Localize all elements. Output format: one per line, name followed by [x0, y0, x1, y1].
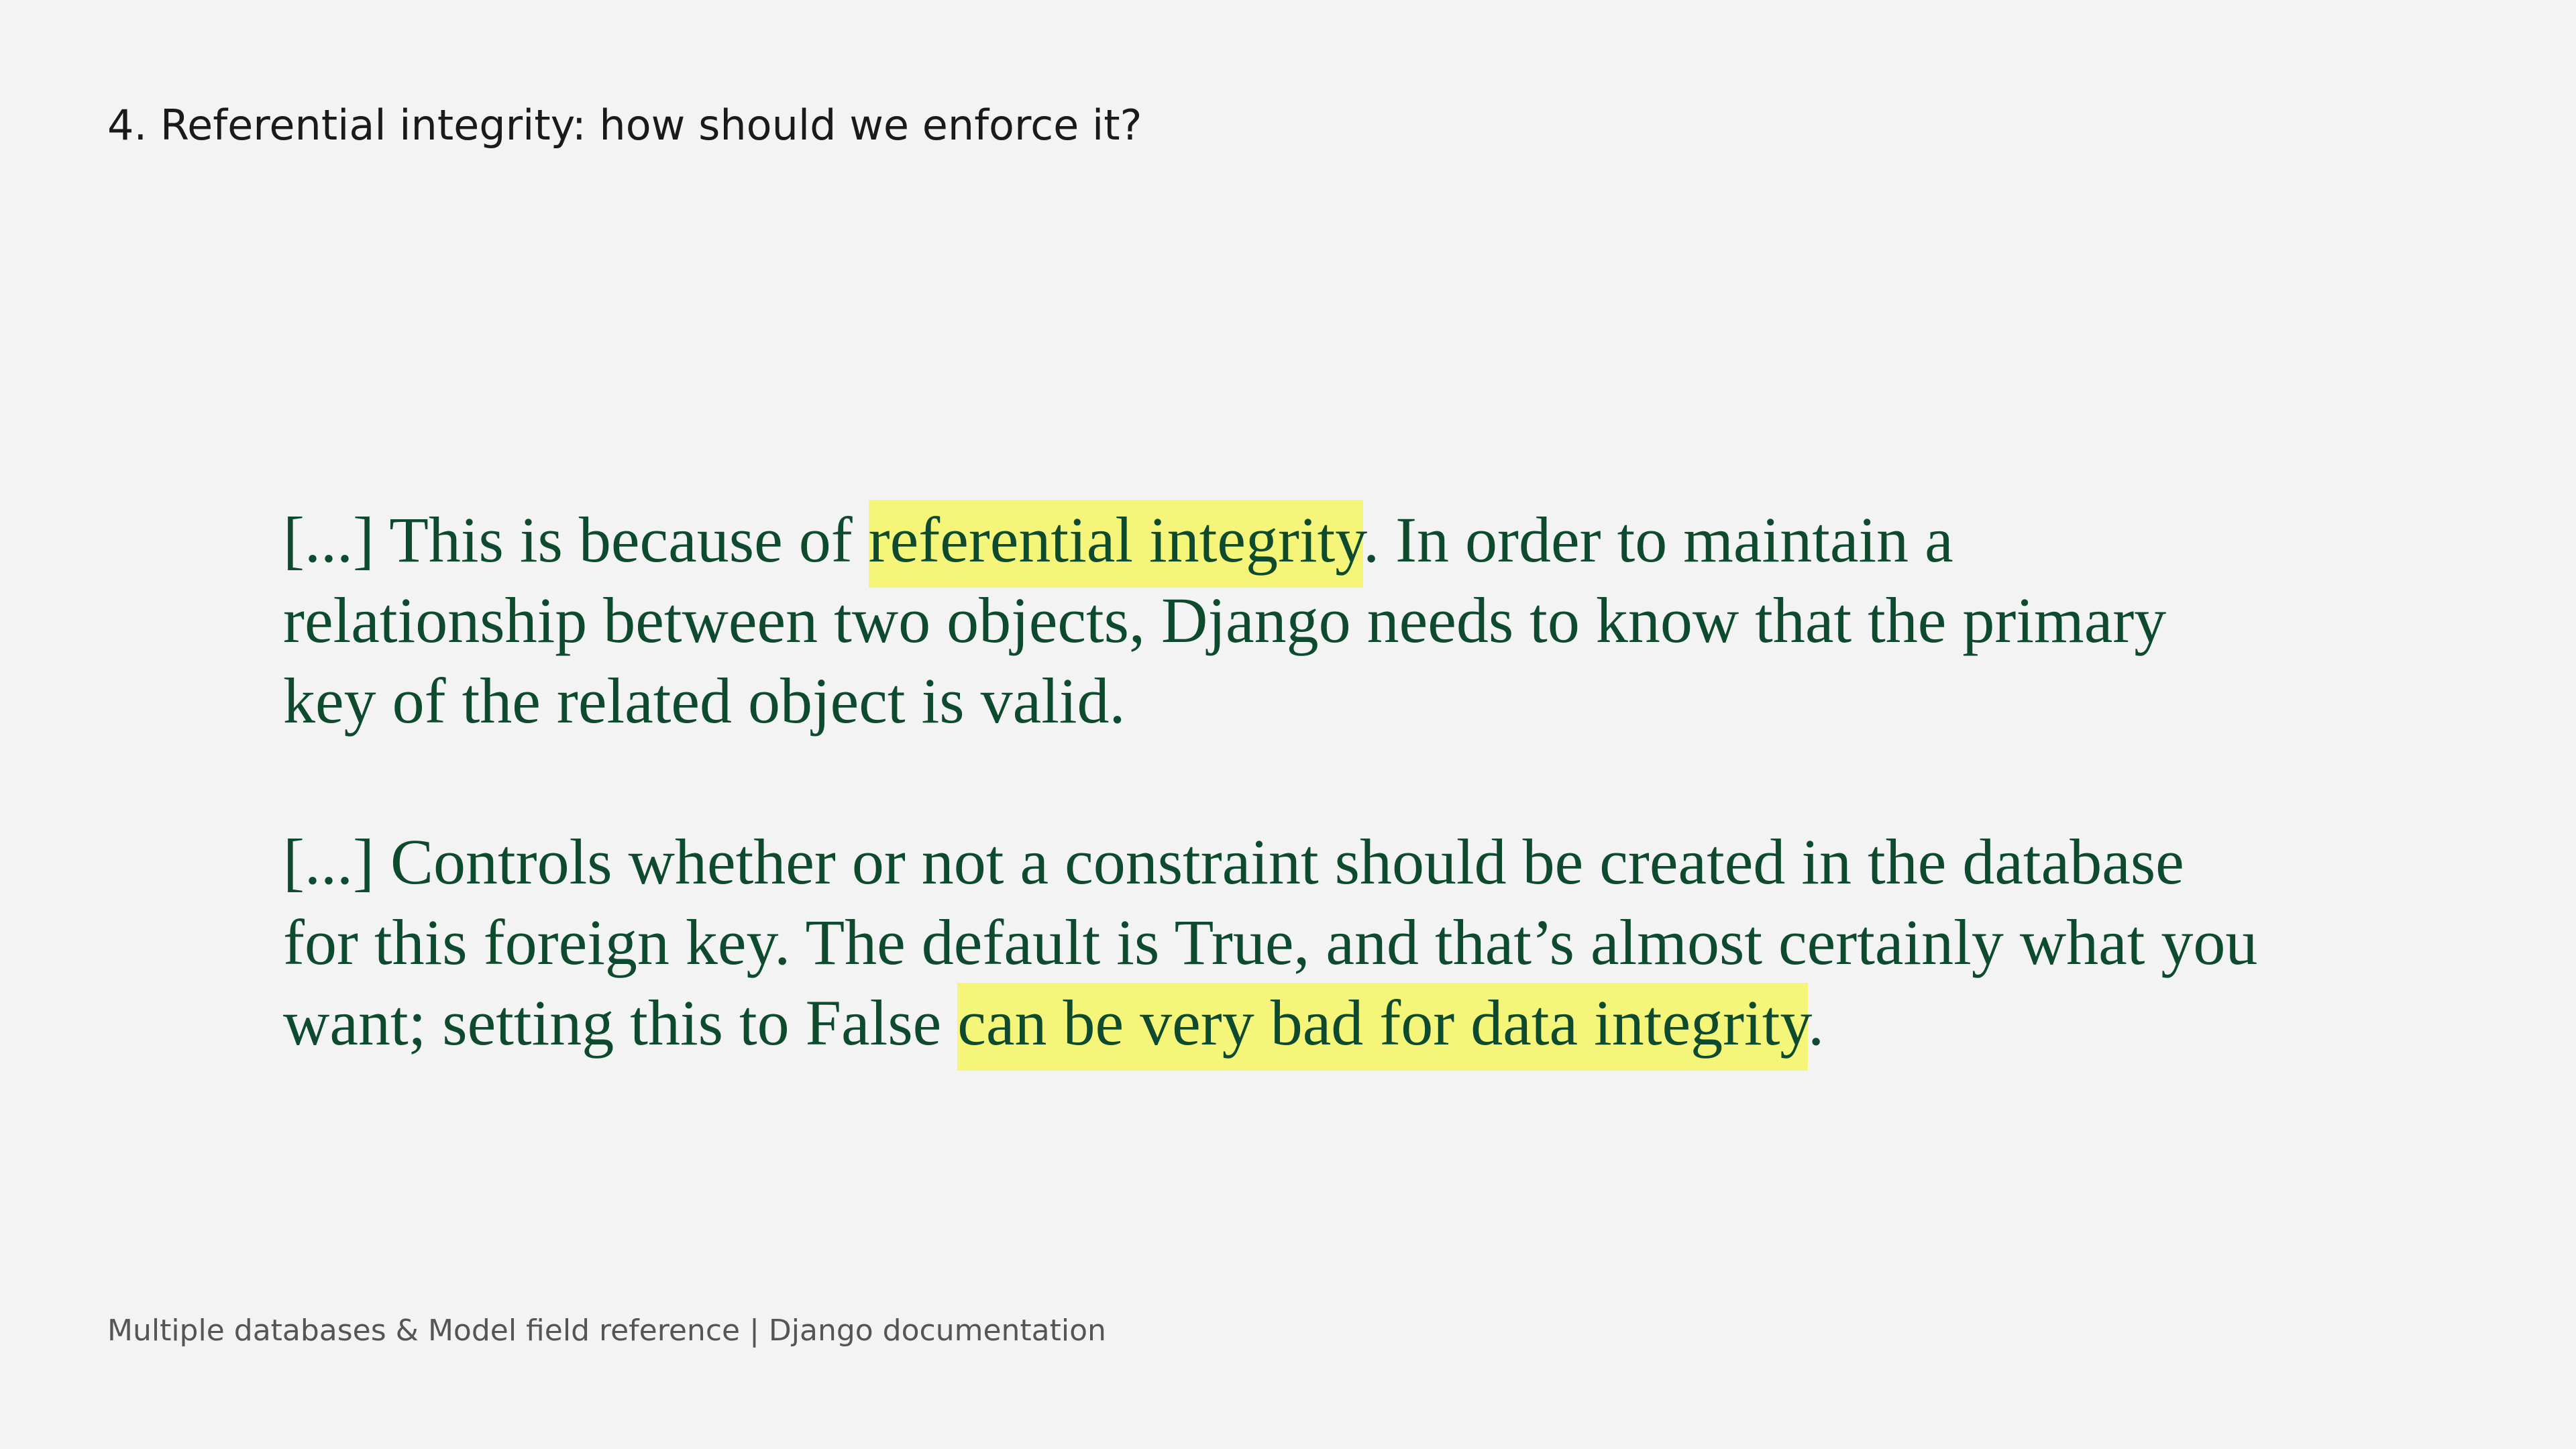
quote-paragraph-1: [...] This is because of referential int… [283, 500, 2269, 741]
highlighted-phrase: referential integrity [868, 500, 1364, 588]
slide: 4. Referential integrity: how should we … [0, 0, 2576, 1449]
source-citation: Multiple databases & Model field referen… [107, 1313, 1106, 1348]
highlighted-phrase: can be very bad for data integrity [957, 983, 1809, 1071]
slide-title: 4. Referential integrity: how should we … [107, 101, 1142, 150]
quote-block: [...] This is because of referential int… [283, 500, 2269, 1071]
quote-paragraph-2: [...] Controls whether or not a constrai… [283, 822, 2269, 1071]
quote-text-after: . [1808, 987, 1825, 1059]
quote-text-before: [...] This is because of [283, 504, 869, 576]
